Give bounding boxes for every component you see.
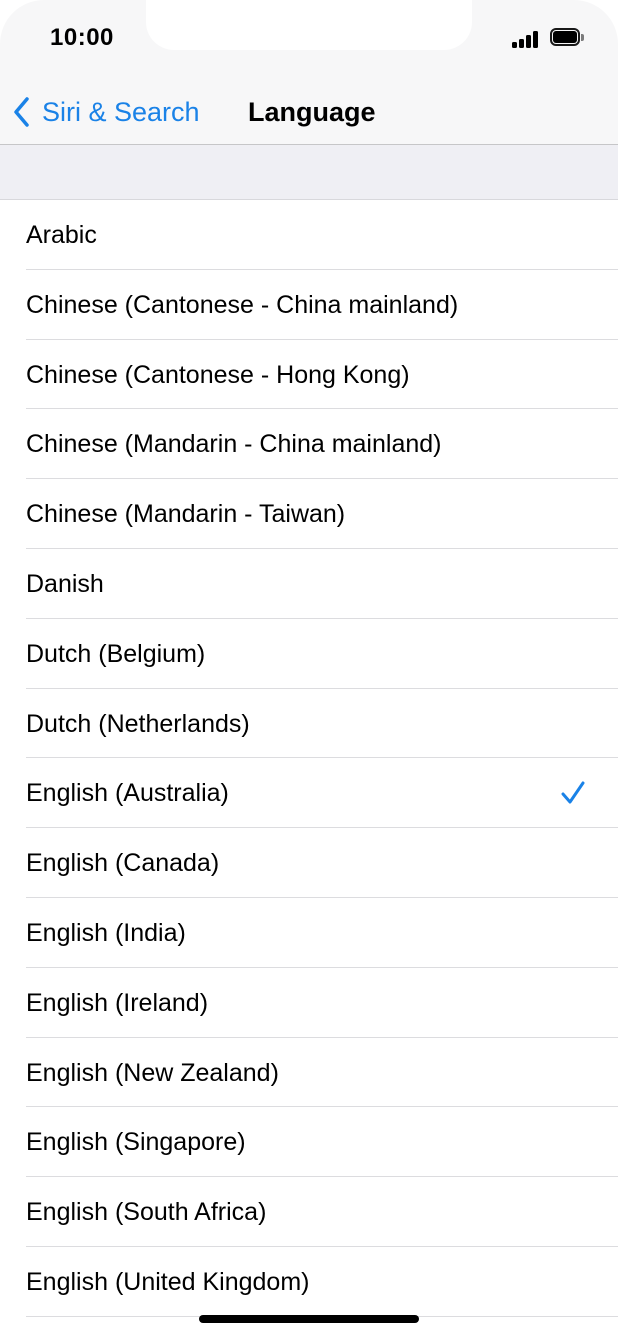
language-row-english-australia[interactable]: English (Australia) — [0, 758, 618, 829]
language-row-english-new-zealand[interactable]: English (New Zealand) — [0, 1037, 618, 1108]
language-row-english-canada[interactable]: English (Canada) — [0, 828, 618, 898]
language-label: Danish — [26, 569, 104, 598]
language-row-english-ireland[interactable]: English (Ireland) — [0, 967, 618, 1038]
language-row-chinese-cantonese-china-mainland[interactable]: Chinese (Cantonese - China mainland) — [0, 269, 618, 340]
language-label: Chinese (Cantonese - China mainland) — [26, 290, 459, 319]
language-row-danish[interactable]: Danish — [0, 548, 618, 619]
language-row-english-south-africa[interactable]: English (South Africa) — [0, 1177, 618, 1247]
cellular-signal-icon — [512, 30, 540, 48]
language-label: Dutch (Netherlands) — [26, 709, 250, 738]
language-label: Chinese (Mandarin - China mainland) — [26, 430, 442, 459]
checkmark-icon — [561, 781, 585, 804]
language-row-dutch-belgium[interactable]: Dutch (Belgium) — [0, 618, 618, 689]
language-label: English (Australia) — [26, 779, 229, 808]
notch — [146, 0, 472, 50]
language-row-chinese-cantonese-hong-kong[interactable]: Chinese (Cantonese - Hong Kong) — [0, 339, 618, 410]
language-row-chinese-mandarin-china-mainland[interactable]: Chinese (Mandarin - China mainland) — [0, 409, 618, 480]
status-bar: 10:00 — [0, 0, 618, 80]
language-row-arabic[interactable]: Arabic — [0, 200, 618, 270]
battery-icon — [550, 28, 584, 48]
page-title: Language — [248, 97, 376, 127]
navigation-bar: Siri & Search Language — [0, 80, 618, 145]
language-label: English (New Zealand) — [26, 1058, 279, 1087]
language-label: Chinese (Cantonese - Hong Kong) — [26, 360, 410, 389]
language-label: English (Ireland) — [26, 988, 209, 1017]
language-label: English (Singapore) — [26, 1128, 246, 1157]
language-row-dutch-netherlands[interactable]: Dutch (Netherlands) — [0, 688, 618, 759]
language-row-english-india[interactable]: English (India) — [0, 897, 618, 968]
language-row-english-singapore[interactable]: English (Singapore) — [0, 1107, 618, 1178]
section-header-spacer — [0, 145, 618, 200]
language-label: Dutch (Belgium) — [26, 639, 206, 668]
chevron-left-icon — [14, 97, 29, 127]
back-button[interactable]: Siri & Search — [12, 92, 200, 132]
back-button-label: Siri & Search — [42, 96, 200, 127]
language-label: Arabic — [26, 221, 97, 249]
language-row-english-united-kingdom[interactable]: English (United Kingdom) — [0, 1246, 618, 1317]
home-indicator[interactable] — [199, 1315, 419, 1323]
language-label: Chinese (Mandarin - Taiwan) — [26, 500, 346, 529]
language-list: Arabic Chinese (Cantonese - China mainla… — [0, 200, 618, 1317]
language-label: English (United Kingdom) — [26, 1267, 310, 1296]
screen: 10:00 Siri & Search Language Arabic Chin… — [0, 0, 618, 1337]
language-label: English (South Africa) — [26, 1198, 267, 1227]
status-time: 10:00 — [50, 24, 114, 51]
language-label: English (Canada) — [26, 849, 220, 878]
language-row-chinese-mandarin-taiwan[interactable]: Chinese (Mandarin - Taiwan) — [0, 479, 618, 549]
language-label: English (India) — [26, 918, 186, 947]
